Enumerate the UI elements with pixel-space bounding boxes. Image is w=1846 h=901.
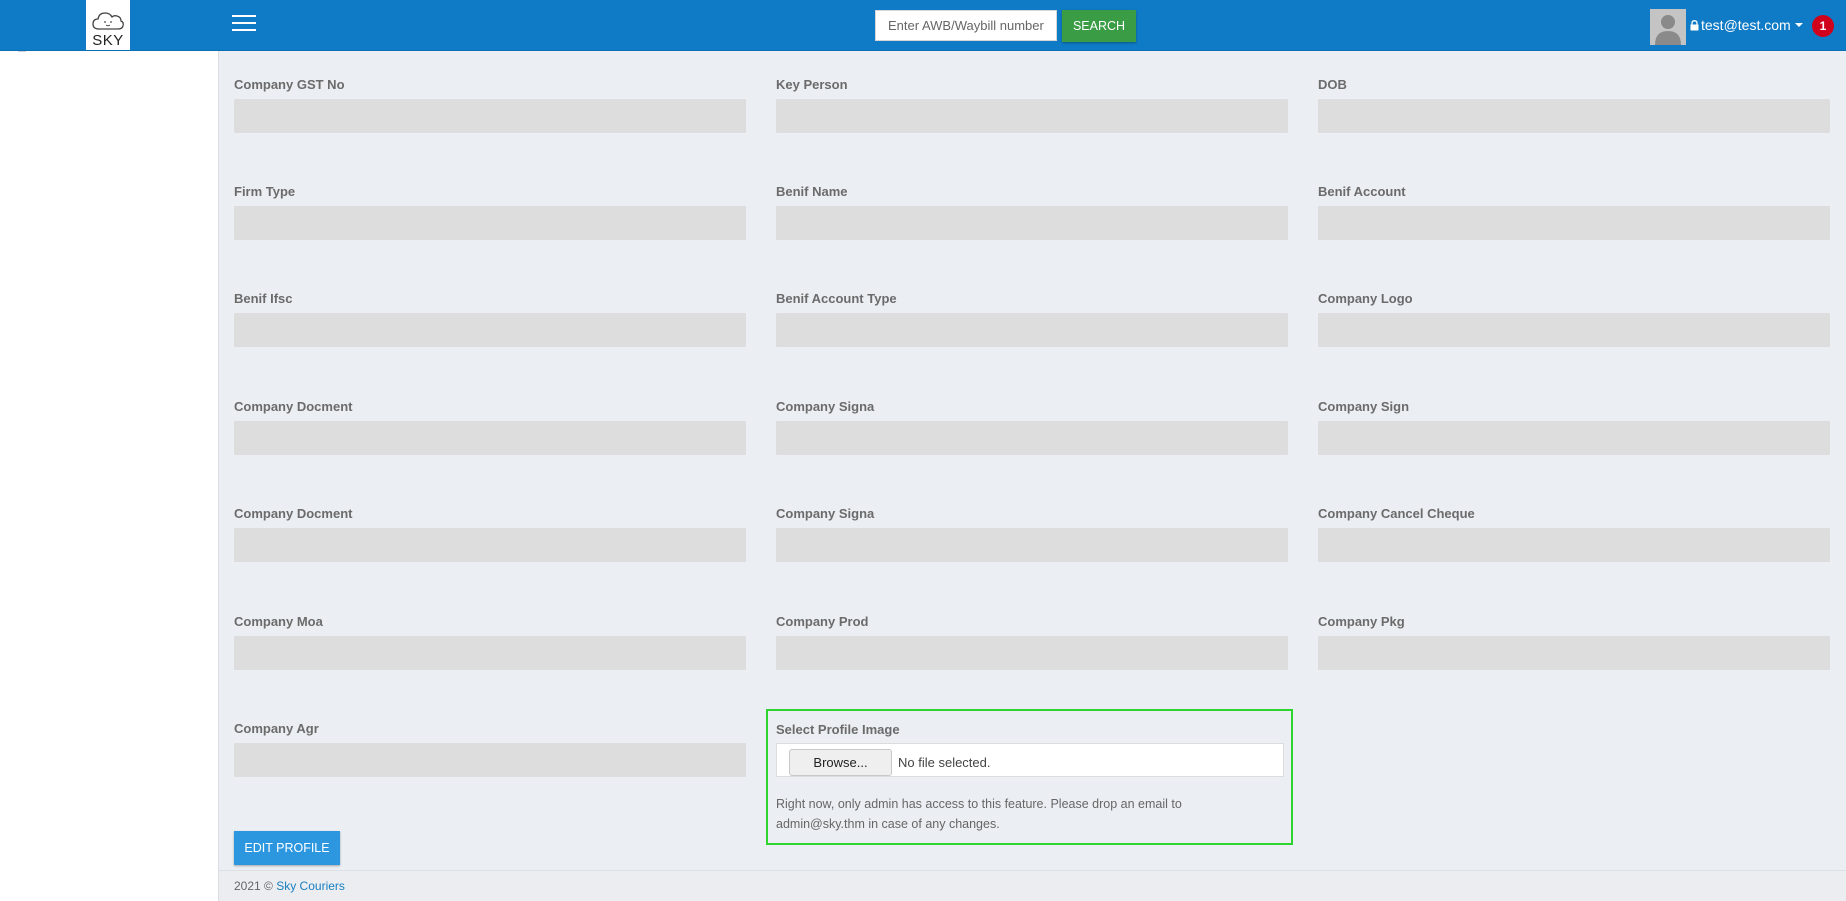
cloud-logo-icon [92, 12, 124, 30]
form-field: Benif Account Type [776, 291, 1288, 347]
field-value-box [776, 421, 1288, 455]
field-value-box [1318, 99, 1830, 133]
form-field: Company GST No [234, 77, 746, 133]
field-value-box [1318, 636, 1830, 670]
field-label: Company Docment [234, 506, 353, 521]
field-value-box [234, 421, 746, 455]
field-value-box [234, 743, 746, 777]
form-field: DOB [1318, 77, 1830, 133]
field-value-box [234, 528, 746, 562]
form-field: Benif Name [776, 184, 1288, 240]
field-label: Company Sign [1318, 399, 1410, 414]
form-field: Company Cancel Cheque [1318, 506, 1830, 562]
form-field: Company Signa [776, 506, 1288, 562]
form-field: Company Moa [234, 614, 746, 670]
menu-toggle-icon[interactable] [232, 15, 256, 35]
profile-image-upload: Select Profile Image Browse... No file s… [766, 709, 1293, 845]
form-field: Company Docment [234, 399, 746, 455]
field-value-box [776, 206, 1288, 240]
form-field: Firm Type [234, 184, 746, 240]
field-value-box [234, 636, 746, 670]
form-field: Company Logo [1318, 291, 1830, 347]
form-field: Company Prod [776, 614, 1288, 670]
caret-down-icon [1794, 23, 1803, 27]
form-field: Company Docment [234, 506, 746, 562]
form-field: Benif Ifsc [234, 291, 746, 347]
field-label: Company Signa [776, 399, 875, 414]
field-value-box [234, 206, 746, 240]
avatar[interactable] [1650, 9, 1686, 45]
field-label: Benif Account Type [776, 291, 897, 306]
sidebar-divider [18, 51, 26, 52]
form-field: Company Agr [234, 721, 746, 777]
upload-label: Select Profile Image [776, 722, 900, 737]
logo[interactable]: SKY [86, 0, 130, 50]
form-field: Benif Account [1318, 184, 1830, 240]
field-label: Company Moa [234, 614, 323, 629]
awb-search-input[interactable] [875, 10, 1057, 41]
field-label: Benif Name [776, 184, 848, 199]
search-button[interactable]: SEARCH [1062, 10, 1136, 42]
copyright-text: 2021 © [234, 879, 277, 893]
sidebar [0, 51, 219, 901]
edit-profile-button[interactable]: EDIT PROFILE [234, 831, 340, 865]
file-status: No file selected. [898, 755, 991, 770]
browse-button[interactable]: Browse... [789, 749, 892, 776]
field-value-box [1318, 313, 1830, 347]
field-label: Benif Ifsc [234, 291, 293, 306]
field-label: Company Docment [234, 399, 353, 414]
file-input[interactable]: Browse... No file selected. [776, 743, 1284, 777]
field-value-box [1318, 528, 1830, 562]
footer: 2021 © Sky Couriers [219, 870, 1846, 901]
form-field: Company Sign [1318, 399, 1830, 455]
field-value-box [776, 636, 1288, 670]
field-label: Company Cancel Cheque [1318, 506, 1475, 521]
field-value-box [776, 313, 1288, 347]
field-label: Company Pkg [1318, 614, 1405, 629]
field-label: Company Signa [776, 506, 875, 521]
notification-badge[interactable]: 1 [1812, 15, 1834, 37]
form-field: Company Signa [776, 399, 1288, 455]
field-value-box [1318, 421, 1830, 455]
admin-note: Right now, only admin has access to this… [776, 797, 1182, 831]
field-value-box [1318, 206, 1830, 240]
user-menu[interactable]: test@test.com [1690, 17, 1805, 33]
field-value-box [776, 99, 1288, 133]
field-label: Company Logo [1318, 291, 1413, 306]
field-label: Key Person [776, 77, 848, 92]
form-field: Key Person [776, 77, 1288, 133]
field-label: Benif Account [1318, 184, 1406, 199]
form-field: Company Pkg [1318, 614, 1830, 670]
top-navbar: SKY SEARCH test@test.com 1 [0, 0, 1846, 51]
logo-text: SKY [92, 32, 124, 49]
lock-icon [1690, 19, 1699, 30]
user-email: test@test.com [1701, 17, 1791, 33]
field-label: DOB [1318, 77, 1347, 92]
field-label: Firm Type [234, 184, 296, 199]
field-value-box [234, 313, 746, 347]
field-label: Company GST No [234, 77, 345, 92]
field-value-box [776, 528, 1288, 562]
field-label: Company Prod [776, 614, 869, 629]
footer-link[interactable]: Sky Couriers [276, 879, 345, 893]
field-value-box [234, 99, 746, 133]
field-label: Company Agr [234, 721, 319, 736]
